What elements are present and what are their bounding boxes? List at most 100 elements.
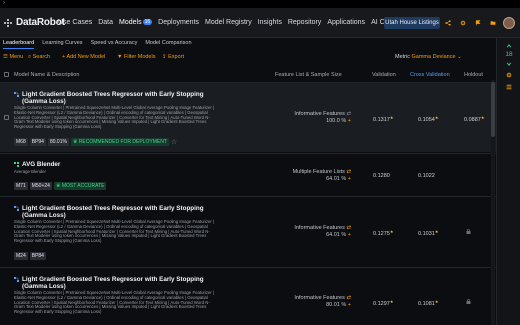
datarobot-logo[interactable]: DataRobot: [4, 17, 65, 28]
star-icon: ★: [389, 299, 394, 304]
export-label: Export: [168, 54, 185, 60]
chevron-up-icon[interactable]: [506, 43, 512, 49]
star-icon: ★: [389, 229, 394, 234]
star-icon: ★: [434, 299, 439, 304]
chevron-down-icon[interactable]: [506, 61, 512, 67]
feature-list-name: Informative Features: [294, 111, 345, 117]
nav-repository[interactable]: Repository: [288, 19, 321, 26]
user-avatar[interactable]: [503, 17, 515, 29]
col-feature-list[interactable]: Feature List & Sample Size: [275, 72, 342, 78]
feature-list-name: Informative Features: [294, 295, 345, 301]
tab-model-comparison[interactable]: Model Comparison: [145, 38, 191, 49]
add-label: Add New Model: [66, 54, 106, 60]
col-model-name[interactable]: Model Name & Description: [14, 72, 79, 78]
leaderboard-toolbar: ☰ Menu ⌕ Search + Add New Model ▼ Filter…: [0, 52, 496, 64]
select-all-checkbox[interactable]: [4, 72, 9, 77]
star-icon: ★: [389, 115, 394, 120]
validation-score: 0.1275★: [373, 229, 393, 237]
add-sample-icon[interactable]: +: [348, 118, 351, 124]
chevron-right-icon[interactable]: ›: [3, 0, 5, 6]
share-icon[interactable]: [445, 20, 451, 26]
blueprint-tag: M50+24: [29, 182, 52, 190]
scrollbar-thumb[interactable]: [491, 82, 495, 137]
cv-score: 0.1031★: [418, 229, 438, 237]
settings-icon[interactable]: [506, 72, 512, 78]
add-sample-icon[interactable]: +: [348, 232, 351, 238]
filter-models-button[interactable]: ▼ Filter Models: [117, 54, 155, 60]
feature-list-icon: ⇄: [346, 225, 351, 231]
nav-insights[interactable]: Insights: [258, 19, 282, 26]
validation-score: 0.1280: [373, 173, 390, 179]
star-icon[interactable]: ☆: [171, 138, 177, 146]
star-icon: ★: [434, 115, 439, 120]
nav-models[interactable]: Models 16: [119, 19, 153, 26]
nav-data[interactable]: Data: [98, 19, 113, 26]
project-selector[interactable]: Utah House Listings: [384, 17, 440, 29]
filter-icon: ▼: [117, 54, 124, 60]
nav-use-cases[interactable]: Use Cases: [58, 19, 92, 26]
model-name[interactable]: Light Gradient Boosted Trees Regressor w…: [22, 205, 222, 219]
nav-applications[interactable]: Applications: [327, 19, 365, 26]
list-icon[interactable]: [506, 84, 512, 90]
col-holdout[interactable]: Holdout: [464, 72, 483, 78]
blueprint-tag: BP94: [29, 138, 46, 146]
validation-value: 0.1275: [373, 231, 390, 237]
leaderboard-scrollbar[interactable]: [491, 80, 495, 325]
feature-list-name: Multiple Feature Lists: [292, 169, 345, 175]
menu-button[interactable]: ☰ Menu: [3, 54, 23, 60]
search-button[interactable]: ⌕ Search: [28, 54, 50, 61]
col-validation[interactable]: Validation: [372, 72, 396, 78]
nav-deployments[interactable]: Deployments: [158, 19, 199, 26]
feature-list-icon: ⇄: [346, 111, 351, 117]
cv-score: 0.1022: [418, 173, 435, 179]
lock-icon[interactable]: [466, 299, 471, 304]
model-name[interactable]: Light Gradient Boosted Trees Regressor w…: [22, 91, 222, 105]
add-sample-icon[interactable]: +: [348, 176, 351, 182]
folder-icon[interactable]: [490, 20, 496, 26]
cv-value: 0.1081: [418, 301, 435, 307]
model-name[interactable]: AVG Blender: [22, 161, 222, 168]
settings-icon[interactable]: [460, 20, 466, 26]
top-navigation: DataRobot Use Cases Data Models 16 Deploy…: [0, 8, 520, 38]
nav-models-label: Models: [119, 19, 142, 26]
feature-list-cell[interactable]: Informative Features ⇄ 64.01 % +: [283, 225, 351, 239]
export-button[interactable]: ⇪ Export: [162, 54, 184, 60]
most-accurate-label: MOST ACCURATE: [61, 183, 105, 189]
chevron-down-icon: ⌄: [457, 54, 462, 60]
column-headers: Model Name & Description Feature List & …: [0, 70, 496, 80]
add-sample-icon[interactable]: +: [348, 302, 351, 308]
nav-model-registry[interactable]: Model Registry: [205, 19, 252, 26]
tab-speed-vs-accuracy[interactable]: Speed vs Accuracy: [91, 38, 138, 49]
model-tags: M24 BP84: [14, 252, 46, 260]
notification-flag-icon[interactable]: [475, 20, 481, 26]
model-blueprint-icon: [14, 206, 19, 211]
validation-value: 0.1317: [373, 117, 390, 123]
metric-selector[interactable]: Metric Gamma Deviance ⌄: [395, 54, 462, 60]
model-blueprint-icon: [14, 92, 19, 97]
sample-size: 100.0 %: [326, 118, 347, 124]
star-icon: ★: [480, 115, 485, 120]
leaderboard-row[interactable]: AVG Blender Average Blender M71 M50+24 ♛…: [0, 153, 496, 195]
col-cross-validation[interactable]: Cross Validation: [410, 72, 450, 78]
star-icon: ★: [434, 229, 439, 234]
tab-leaderboard[interactable]: Leaderboard: [3, 38, 35, 49]
leaderboard-tabs: Leaderboard Learning Curves Speed vs Acc…: [0, 38, 496, 49]
holdout-score: 0.0887★: [464, 115, 484, 123]
leaderboard-row[interactable]: Light Gradient Boosted Trees Regressor w…: [0, 196, 496, 266]
feature-list-cell[interactable]: Informative Features ⇄ 100.0 % +: [283, 111, 351, 125]
add-new-model-button[interactable]: + Add New Model: [62, 54, 105, 60]
sample-tag: 80.01%: [47, 138, 69, 146]
model-description: Average Blender: [14, 169, 46, 174]
leaderboard-row[interactable]: Light Gradient Boosted Trees Regressor w…: [0, 82, 496, 152]
model-id-tag: M68: [14, 138, 28, 146]
leaderboard-row[interactable]: Light Gradient Boosted Trees Regressor w…: [0, 267, 496, 325]
row-checkbox[interactable]: [4, 115, 9, 120]
lock-icon[interactable]: [466, 229, 471, 234]
feature-list-cell[interactable]: Multiple Feature Lists ⇄ 64.01 % +: [283, 169, 351, 183]
sample-size: 64.01 %: [326, 176, 347, 182]
tab-learning-curves[interactable]: Learning Curves: [42, 38, 82, 49]
model-name[interactable]: Light Gradient Boosted Trees Regressor w…: [22, 276, 222, 290]
feature-list-cell[interactable]: Informative Features ⇄ 80.01 % +: [283, 295, 351, 309]
metric-value: Gamma Deviance: [411, 54, 456, 60]
blender-icon: [14, 162, 19, 167]
